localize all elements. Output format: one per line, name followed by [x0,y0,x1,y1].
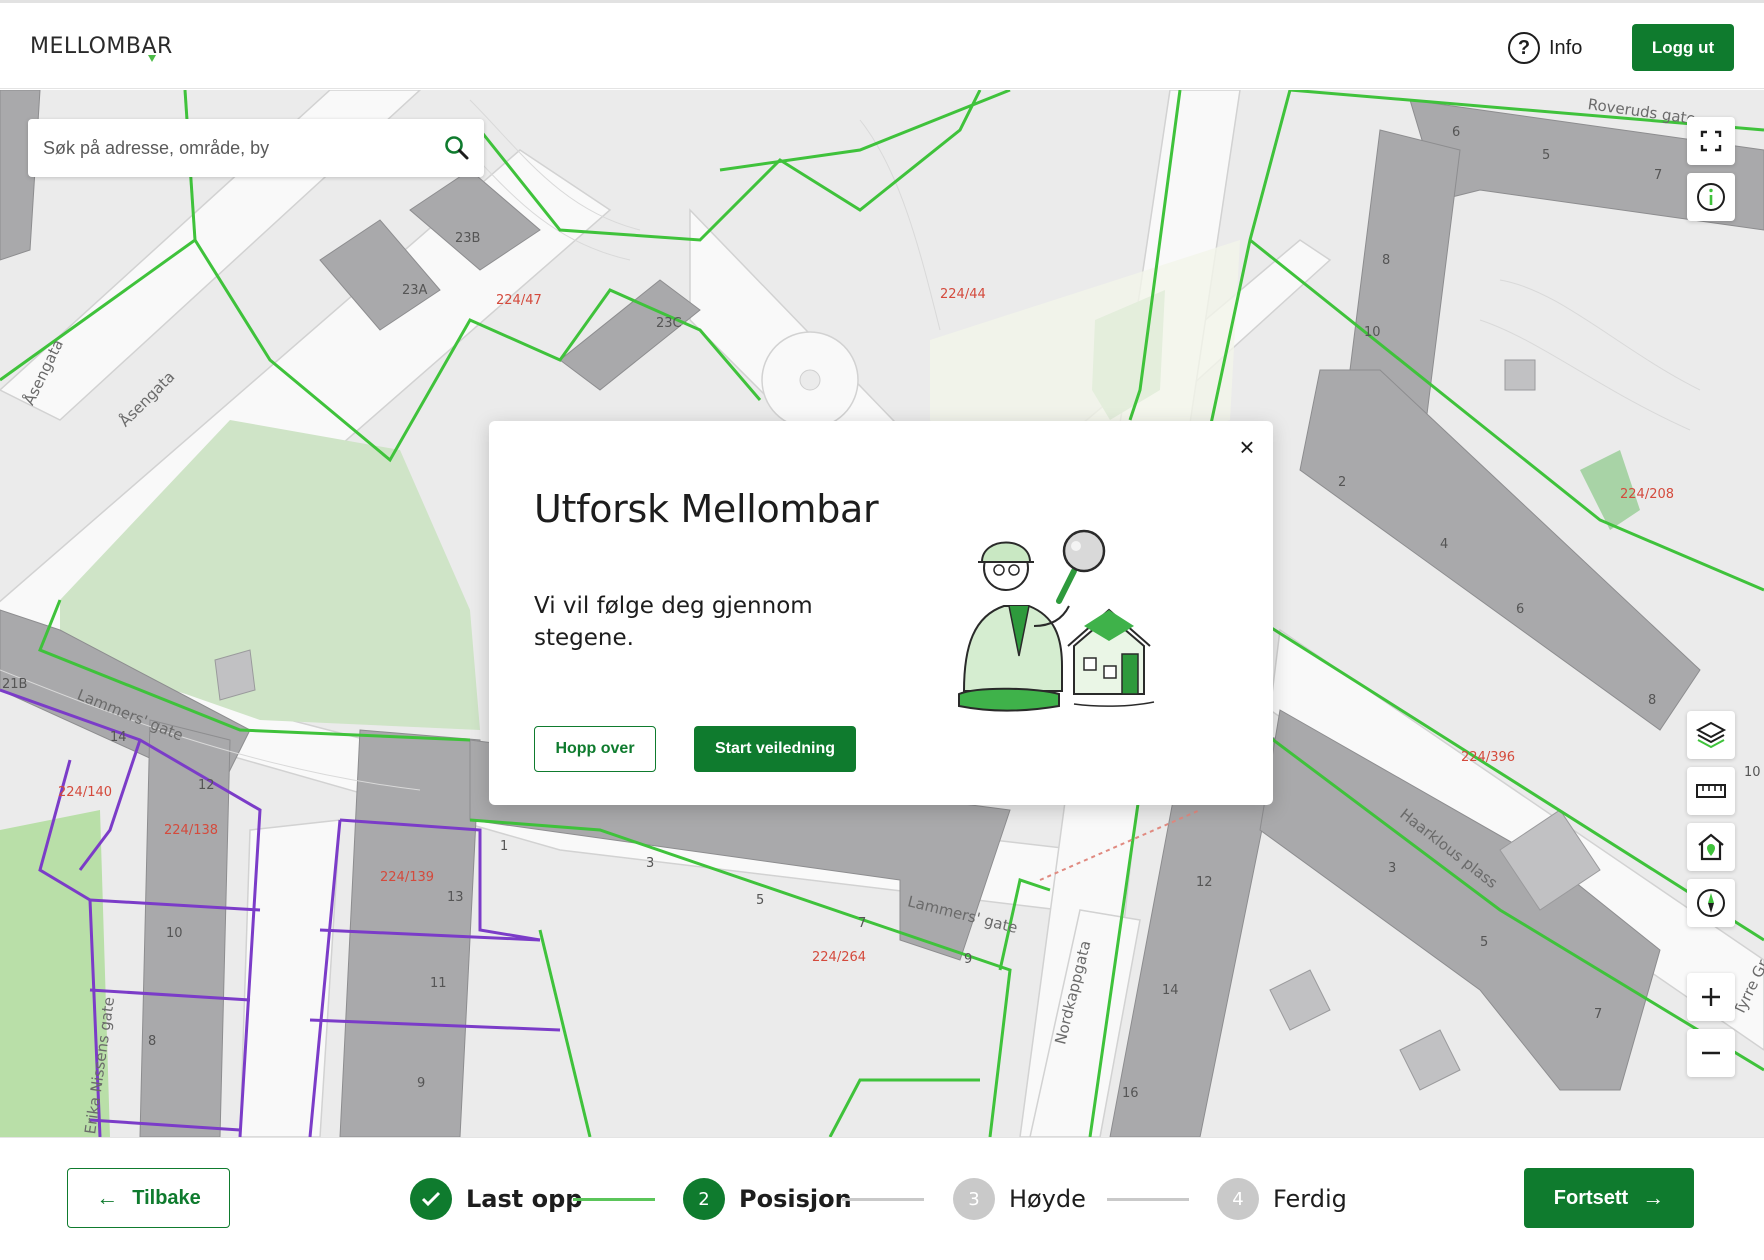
address-label: 4 [1440,537,1449,552]
address-label: 7 [858,916,867,931]
step-upload: Last opp [410,1178,582,1220]
explorer-illustration [958,529,1155,712]
address-label: 10 [1744,765,1761,780]
onboarding-dialog: × Utforsk Mellombar Vi vil følge deg gje… [489,421,1273,805]
question-icon: ? [1508,32,1540,64]
start-guide-button[interactable]: Start veiledning [694,726,856,772]
step-position: 2 Posisjon [683,1178,852,1220]
info-label: Info [1549,36,1583,59]
address-label: 11 [430,976,447,991]
address-label: 16 [1122,1086,1139,1101]
address-label: 23A [402,283,428,298]
address-label: 5 [1480,935,1489,950]
dialog-text: Vi vil følge deg gjennom stegene. [534,593,813,651]
step-finish: 4 Ferdig [1217,1178,1347,1220]
wizard-footer: ← Tilbake Last opp 2 Posisjon 3 Høyde 4 … [0,1137,1764,1260]
address-label: 9 [964,952,973,967]
step-label: Posisjon [739,1185,852,1213]
step-height: 3 Høyde [953,1178,1086,1220]
address-label: 3 [646,856,655,871]
step-number: 2 [683,1178,725,1220]
layers-icon [1695,721,1727,749]
back-button[interactable]: ← Tilbake [67,1168,230,1228]
address-label: 1 [500,839,509,854]
parcel-label: 224/396 [1461,750,1516,765]
logo-marker-icon [148,55,156,62]
address-label: 5 [756,893,765,908]
step-connector [842,1198,924,1201]
address-label: 14 [110,730,127,745]
continue-button[interactable]: Fortsett → [1524,1168,1694,1228]
address-label: 23C [656,316,682,331]
search-input[interactable] [43,137,423,159]
fullscreen-icon [1700,130,1722,152]
zoom-out-button[interactable] [1687,1029,1735,1077]
dialog-title: Utforsk Mellombar [534,487,879,531]
step-label: Ferdig [1273,1185,1347,1213]
address-label: 9 [417,1076,426,1091]
ruler-icon [1696,784,1726,798]
compass-icon [1697,889,1725,917]
close-icon[interactable]: × [1234,434,1260,460]
layers-button[interactable] [1687,711,1735,759]
home-location-button[interactable] [1687,823,1735,871]
address-label: 12 [198,778,215,793]
parcel-label: 224/44 [940,287,986,302]
address-label: 12 [1196,875,1213,890]
parcel-label: 224/264 [812,950,867,965]
app-header: MELLOMBAR ? Info Logg ut [0,3,1764,89]
logout-button[interactable]: Logg ut [1632,24,1734,71]
address-label: 14 [1162,983,1179,998]
parcel-label: 224/139 [380,870,435,885]
arrow-left-icon: ← [96,1185,119,1210]
address-label: 7 [1654,168,1663,183]
address-label: 6 [1516,602,1525,617]
address-search [28,119,484,177]
parcel-label: 224/138 [164,823,219,838]
compass-button[interactable] [1687,879,1735,927]
address-label: 2 [1338,475,1347,490]
checkmark-icon [410,1178,452,1220]
home-marker-icon [1698,833,1724,861]
address-label: 13 [447,890,464,905]
step-connector [1107,1198,1189,1201]
measure-button[interactable] [1687,767,1735,815]
parcel-label: 224/47 [496,293,542,308]
step-number: 4 [1217,1178,1259,1220]
skip-button[interactable]: Hopp over [534,726,656,772]
address-label: 3 [1388,861,1397,876]
step-label: Last opp [466,1185,583,1213]
back-label: Tilbake [132,1186,201,1209]
parcel-label: 224/140 [58,785,113,800]
address-label: 8 [148,1034,157,1049]
zoom-out-icon [1702,1051,1720,1055]
zoom-in-button[interactable] [1687,973,1735,1021]
address-label: 6 [1452,125,1461,140]
address-label: 10 [1364,325,1381,340]
fullscreen-button[interactable] [1687,117,1735,165]
address-label: 5 [1542,148,1551,163]
address-label: 21B [2,677,28,692]
address-label: 10 [166,926,183,941]
address-label: 7 [1594,1007,1603,1022]
search-icon[interactable] [444,135,470,161]
arrow-right-icon: → [1642,1185,1665,1210]
address-label: 8 [1648,693,1657,708]
zoom-in-icon [1702,988,1720,1006]
address-label: 8 [1382,253,1391,268]
step-label: Høyde [1009,1185,1086,1213]
map-info-button[interactable] [1687,173,1735,221]
parcel-label: 224/208 [1620,487,1675,502]
address-label: 23B [455,231,481,246]
info-icon [1697,183,1725,211]
continue-label: Fortsett [1553,1186,1629,1209]
step-number: 3 [953,1178,995,1220]
info-button[interactable]: ? Info [1508,31,1582,65]
step-connector [573,1198,655,1201]
